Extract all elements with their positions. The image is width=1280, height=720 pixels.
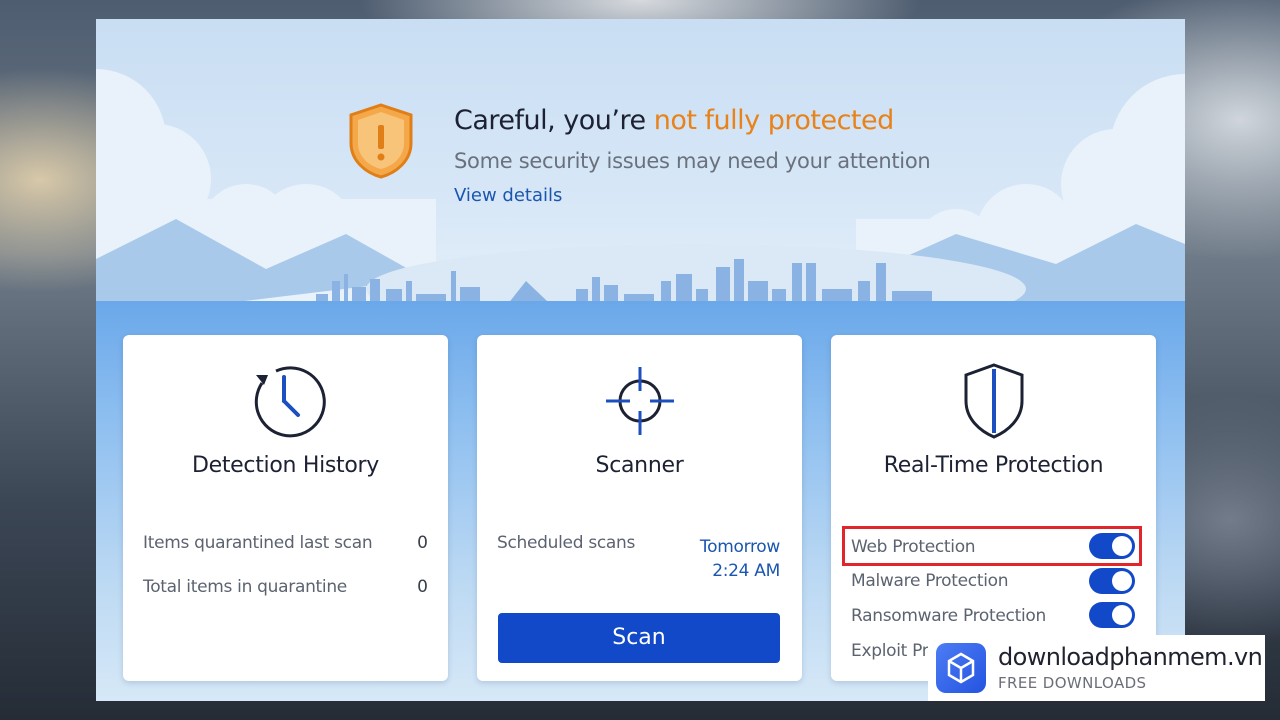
cube-logo-icon: [936, 643, 986, 693]
scanner-title: Scanner: [595, 453, 684, 478]
ransomware-protection-toggle[interactable]: [1089, 602, 1135, 628]
quarantined-last-scan-label: Items quarantined last scan: [143, 533, 373, 553]
watermark-title: downloadphanmem.vn: [998, 643, 1263, 671]
total-quarantine-value: 0: [417, 577, 428, 597]
malware-protection-toggle[interactable]: [1089, 568, 1135, 594]
protection-status-subtitle: Some security issues may need your atten…: [454, 149, 931, 173]
scheduled-scan-clock: 2:24 AM: [712, 561, 780, 581]
quarantined-last-scan-value: 0: [417, 533, 428, 553]
toggle-knob: [1112, 571, 1132, 591]
app-window: Careful, you’re not fully protected Some…: [96, 19, 1185, 701]
realtime-protection-title: Real-Time Protection: [883, 453, 1104, 478]
detection-history-title: Detection History: [191, 453, 380, 478]
status-title-prefix: Careful, you’re: [454, 105, 646, 136]
clock-history-icon: [254, 366, 326, 438]
web-protection-highlight-box: [842, 526, 1142, 566]
detection-history-card[interactable]: Detection History Items quarantined last…: [123, 335, 448, 681]
watermark-badge: downloadphanmem.vn FREE DOWNLOADS: [928, 635, 1265, 701]
ransomware-protection-label: Ransomware Protection: [851, 606, 1046, 626]
scanner-card[interactable]: Scanner Scheduled scans Tomorrow 2:24 AM…: [477, 335, 802, 681]
view-details-link[interactable]: View details: [454, 185, 562, 206]
status-title-emphasis: not fully protected: [653, 105, 895, 136]
status-hero: Careful, you’re not fully protected Some…: [96, 19, 1185, 319]
total-quarantine-label: Total items in quarantine: [143, 577, 347, 597]
exploit-protection-label: Exploit Pr: [851, 641, 929, 661]
realtime-protection-card[interactable]: Real-Time Protection Web Protection Malw…: [831, 335, 1156, 681]
crosshair-icon: [605, 367, 674, 435]
scan-button[interactable]: Scan: [498, 613, 780, 663]
protection-status-title: Careful, you’re not fully protected: [454, 105, 894, 136]
toggle-knob: [1112, 605, 1132, 625]
warning-shield-icon: [349, 103, 413, 179]
malware-protection-label: Malware Protection: [851, 571, 1009, 591]
scheduled-scan-time[interactable]: Tomorrow 2:24 AM: [700, 535, 780, 583]
scheduled-scan-day: Tomorrow: [699, 537, 780, 557]
shield-icon: [964, 363, 1023, 439]
watermark-subtitle: FREE DOWNLOADS: [998, 674, 1147, 692]
scheduled-scans-label: Scheduled scans: [497, 533, 636, 553]
